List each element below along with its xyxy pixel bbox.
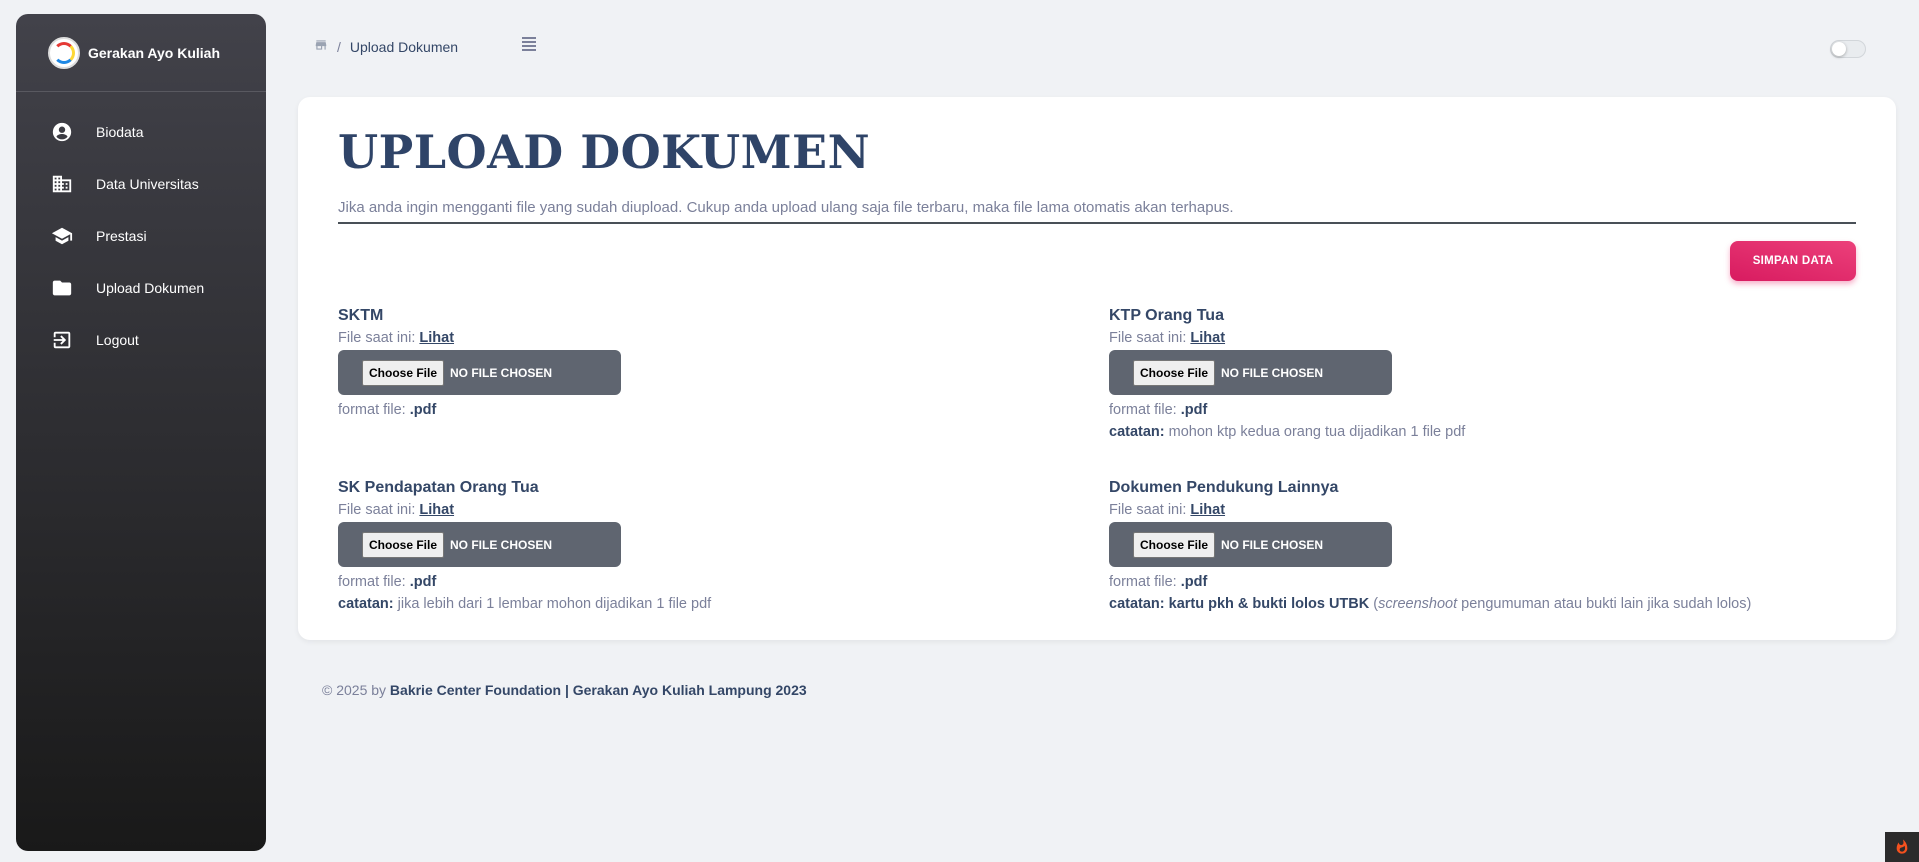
view-file-link[interactable]: Lihat — [1190, 502, 1225, 518]
field-sk-pendapatan: SK Pendapatan Orang Tua File saat ini: L… — [338, 479, 1058, 612]
note-italic: screenshoot — [1378, 596, 1458, 612]
breadcrumb: / Upload Dokumen — [314, 38, 458, 55]
flame-icon[interactable] — [1885, 832, 1919, 862]
file-format: format file: .pdf — [1109, 574, 1829, 590]
format-prefix: format file: — [1109, 574, 1177, 590]
file-format: format file: .pdf — [338, 402, 1058, 418]
field-dokumen-pendukung: Dokumen Pendukung Lainnya File saat ini:… — [1109, 479, 1829, 612]
format-value: .pdf — [409, 402, 437, 418]
sidebar-item-logout[interactable]: Logout — [16, 314, 266, 366]
field-label: SKTM — [338, 307, 384, 324]
view-file-link[interactable]: Lihat — [1190, 330, 1225, 346]
format-prefix: format file: — [338, 402, 406, 418]
current-file-prefix: File saat ini: — [338, 330, 416, 346]
page-subtitle: Jika anda ingin mengganti file yang suda… — [338, 199, 1856, 224]
sidebar-item-label: Data Universitas — [96, 176, 199, 192]
building-icon — [50, 172, 74, 196]
sidebar-item-label: Biodata — [96, 124, 144, 140]
current-file: File saat ini: Lihat — [338, 330, 1058, 346]
theme-toggle[interactable] — [1830, 40, 1866, 58]
home-icon[interactable] — [314, 38, 328, 55]
current-file: File saat ini: Lihat — [1109, 502, 1829, 518]
breadcrumb-separator: / — [337, 38, 341, 55]
field-ktp-orang-tua: KTP Orang Tua File saat ini: Lihat Choos… — [1109, 307, 1829, 440]
view-file-link[interactable]: Lihat — [419, 330, 454, 346]
sidebar-brand[interactable]: Gerakan Ayo Kuliah — [16, 14, 266, 92]
format-value: .pdf — [1180, 574, 1208, 590]
logout-icon — [50, 328, 74, 352]
format-prefix: format file: — [1109, 402, 1177, 418]
field-note: catatan: kartu pkh & bukti lolos UTBK (s… — [1109, 596, 1829, 612]
note-text: jika lebih dari 1 lembar mohon dijadikan… — [397, 596, 712, 612]
note-label: catatan: — [1109, 424, 1165, 440]
file-input[interactable]: Choose File NO FILE CHOSEN — [338, 350, 621, 395]
file-status: NO FILE CHOSEN — [1221, 537, 1324, 552]
menu-icon[interactable] — [522, 37, 536, 51]
sidebar-item-biodata[interactable]: Biodata — [16, 106, 266, 158]
file-format: format file: .pdf — [338, 574, 1058, 590]
field-note: catatan: jika lebih dari 1 lembar mohon … — [338, 596, 1058, 612]
account-circle-icon — [50, 120, 74, 144]
field-label: Dokumen Pendukung Lainnya — [1109, 479, 1339, 496]
current-file: File saat ini: Lihat — [1109, 330, 1829, 346]
sidebar-item-data-universitas[interactable]: Data Universitas — [16, 158, 266, 210]
breadcrumb-current: Upload Dokumen — [349, 38, 459, 55]
brand-logo-icon — [48, 36, 80, 69]
view-file-link[interactable]: Lihat — [419, 502, 454, 518]
folder-icon — [50, 276, 74, 300]
sidebar-item-label: Logout — [96, 332, 139, 348]
sidebar-item-label: Upload Dokumen — [96, 280, 205, 296]
sidebar-item-label: Prestasi — [96, 228, 147, 244]
sidebar-item-upload-dokumen[interactable]: Upload Dokumen — [16, 262, 266, 314]
note-text: mohon ktp kedua orang tua dijadikan 1 fi… — [1168, 424, 1466, 440]
current-file-prefix: File saat ini: — [1109, 502, 1187, 518]
file-input[interactable]: Choose File NO FILE CHOSEN — [1109, 522, 1392, 567]
footer-org[interactable]: Bakrie Center Foundation | Gerakan Ayo K… — [390, 682, 807, 698]
note-label: catatan: kartu pkh & bukti lolos UTBK — [1109, 596, 1370, 612]
note-text: pengumuman atau bukti lain jika sudah lo… — [1461, 596, 1752, 612]
save-button[interactable]: SIMPAN DATA — [1730, 241, 1856, 281]
format-value: .pdf — [1180, 402, 1208, 418]
upload-card: UPLOAD DOKUMEN Jika anda ingin mengganti… — [298, 97, 1896, 640]
current-file-prefix: File saat ini: — [338, 502, 416, 518]
file-status: NO FILE CHOSEN — [450, 365, 553, 380]
file-status: NO FILE CHOSEN — [450, 537, 553, 552]
field-label: SK Pendapatan Orang Tua — [338, 479, 539, 496]
note-label: catatan: — [338, 596, 394, 612]
field-label: KTP Orang Tua — [1109, 307, 1224, 324]
choose-file-button[interactable]: Choose File — [362, 359, 445, 386]
format-value: .pdf — [409, 574, 437, 590]
file-input[interactable]: Choose File NO FILE CHOSEN — [1109, 350, 1392, 395]
format-prefix: format file: — [338, 574, 406, 590]
footer: © 2025 by Bakrie Center Foundation | Ger… — [322, 682, 807, 698]
sidebar-item-prestasi[interactable]: Prestasi — [16, 210, 266, 262]
choose-file-button[interactable]: Choose File — [362, 531, 445, 558]
toggle-knob — [1832, 42, 1846, 56]
field-sktm: SKTM File saat ini: Lihat Choose File NO… — [338, 307, 1058, 418]
choose-file-button[interactable]: Choose File — [1133, 359, 1216, 386]
sidebar-nav: Biodata Data Universitas Prestasi Upload… — [16, 92, 266, 366]
file-input[interactable]: Choose File NO FILE CHOSEN — [338, 522, 621, 567]
field-note: catatan: mohon ktp kedua orang tua dijad… — [1109, 424, 1829, 440]
file-status: NO FILE CHOSEN — [1221, 365, 1324, 380]
current-file-prefix: File saat ini: — [1109, 330, 1187, 346]
brand-title: Gerakan Ayo Kuliah — [88, 44, 221, 61]
choose-file-button[interactable]: Choose File — [1133, 531, 1216, 558]
file-format: format file: .pdf — [1109, 402, 1829, 418]
current-file: File saat ini: Lihat — [338, 502, 1058, 518]
footer-prefix: © 2025 by — [322, 682, 387, 698]
sidebar: Gerakan Ayo Kuliah Biodata Data Universi… — [16, 14, 266, 851]
graduation-cap-icon — [50, 224, 74, 248]
page-title: UPLOAD DOKUMEN — [338, 125, 871, 179]
